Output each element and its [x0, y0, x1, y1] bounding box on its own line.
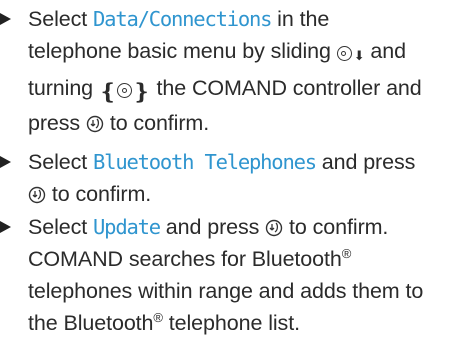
step-text-part: telephone basic menu by sliding	[28, 39, 337, 63]
step-text-part: to confirm.	[283, 215, 389, 239]
step-text: Select Bluetooth Telephones and press to…	[28, 146, 455, 210]
step-text: Select Data/Connections in the telephone…	[28, 3, 455, 139]
menu-item-update: Update	[93, 215, 161, 239]
instruction-step-1: Select Data/Connections in the telephone…	[0, 3, 455, 139]
turn-controller-icon: ❴ ❵	[98, 79, 151, 104]
triangle-bullet-icon	[0, 13, 11, 25]
press-controller-icon	[265, 219, 283, 237]
step-text-part: in the	[271, 7, 330, 31]
step-text-part: press	[28, 111, 86, 135]
menu-item-bluetooth-telephones: Bluetooth Telephones	[93, 150, 317, 174]
step-text-part: Select	[28, 215, 94, 239]
step-text-part: to confirm.	[103, 111, 210, 135]
menu-item-data-connections: Data/Connections	[93, 7, 272, 31]
step-text-part: COMAND searches for Bluetooth	[28, 247, 342, 271]
press-controller-icon	[28, 186, 46, 204]
step-text-part: Select	[28, 150, 94, 174]
step-text-part: and press	[315, 150, 416, 174]
instruction-step-2: Select Bluetooth Telephones and press to…	[0, 146, 455, 210]
step-text-part: telephones within range and adds them to	[28, 279, 424, 303]
registered-mark: ®	[153, 309, 163, 325]
step-text-part: the COMAND controller and	[150, 76, 422, 100]
step-text-part: turning	[28, 76, 99, 100]
step-text-part: and press	[159, 215, 266, 239]
step-text-part: to confirm.	[46, 182, 152, 206]
step-text: Select Update and press to confirm. COMA…	[28, 211, 455, 339]
step-text-part: and	[370, 39, 406, 63]
instruction-page: Select Data/Connections in the telephone…	[0, 0, 459, 338]
instruction-step-3: Select Update and press to confirm. COMA…	[0, 211, 455, 339]
step-text-part: Select	[28, 7, 94, 31]
triangle-bullet-icon	[0, 156, 11, 168]
registered-mark: ®	[341, 245, 352, 261]
slide-down-icon: ⬇	[336, 38, 365, 72]
triangle-bullet-icon	[0, 221, 11, 233]
step-text-part: telephone list.	[162, 311, 300, 335]
step-text-part: the Bluetooth	[28, 311, 154, 335]
press-controller-icon	[86, 115, 104, 133]
